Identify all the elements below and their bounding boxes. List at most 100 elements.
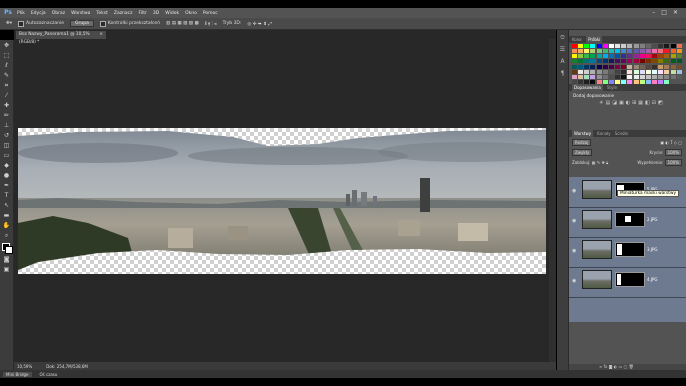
- swatch[interactable]: [615, 74, 621, 79]
- swatch[interactable]: [639, 64, 645, 69]
- pen-tool-icon[interactable]: ✒: [2, 182, 12, 190]
- history-brush-icon[interactable]: ↺: [2, 132, 12, 140]
- swatch[interactable]: [578, 64, 584, 69]
- swatch[interactable]: [602, 64, 608, 69]
- type-tool-icon[interactable]: T: [2, 192, 12, 200]
- swatch[interactable]: [602, 54, 608, 59]
- swatch[interactable]: [645, 59, 651, 64]
- swatch[interactable]: [590, 49, 596, 54]
- swatch[interactable]: [670, 69, 676, 74]
- swatch[interactable]: [572, 64, 577, 69]
- swatch[interactable]: [615, 49, 621, 54]
- layer-thumbnail[interactable]: [582, 210, 612, 229]
- move-tool-icon[interactable]: ✥: [2, 42, 12, 50]
- swatch[interactable]: [590, 59, 596, 64]
- healing-tool-icon[interactable]: ✚: [2, 102, 12, 110]
- menu-plik[interactable]: Plik: [17, 11, 25, 16]
- properties-icon[interactable]: ☰: [559, 46, 567, 54]
- swatch[interactable]: [627, 74, 633, 79]
- swatch[interactable]: [572, 49, 577, 54]
- swatch[interactable]: [639, 59, 645, 64]
- layer-row[interactable]: ◉ 5.JPG Miniaturka maski warstwy: [569, 177, 686, 208]
- layer-row[interactable]: ◉ 4.JPG: [569, 267, 686, 298]
- swatch[interactable]: [664, 69, 670, 74]
- layer-mask-thumbnail[interactable]: [615, 212, 645, 227]
- crop-tool-icon[interactable]: ⌗: [2, 82, 12, 90]
- swatch[interactable]: [621, 69, 627, 74]
- menu-okno[interactable]: Okno: [185, 11, 197, 16]
- tab-adjustments[interactable]: Dopasowania: [572, 84, 603, 91]
- swatch[interactable]: [615, 54, 621, 59]
- adjustment-icon[interactable]: ◧: [645, 100, 650, 106]
- swatch[interactable]: [652, 54, 658, 59]
- swatch[interactable]: [584, 64, 590, 69]
- layer-filter-dropdown[interactable]: Rodzaj: [572, 139, 592, 146]
- doc-size-info[interactable]: Dok: 254,7M/538,6M: [46, 364, 88, 369]
- swatch[interactable]: [670, 49, 676, 54]
- opacity-field[interactable]: 100%: [664, 149, 682, 156]
- layer-footer-icons[interactable]: ∞ fx ◙ ◐ ▭ ▢ 🗑︎: [599, 364, 634, 369]
- eye-icon[interactable]: ◉: [572, 248, 576, 254]
- fill-field[interactable]: 100%: [664, 159, 682, 166]
- layer-thumbnail[interactable]: [582, 240, 612, 259]
- swatch[interactable]: [602, 49, 608, 54]
- lock-icons[interactable]: ▦ ✎ ✥ 🔒︎: [592, 160, 608, 165]
- vertical-scrollbar[interactable]: [549, 39, 556, 362]
- swatch[interactable]: [627, 69, 633, 74]
- tab-mini-bridge[interactable]: Mini Bridge: [3, 371, 32, 377]
- menu-pomoc[interactable]: Pomoc: [203, 11, 218, 16]
- swatch[interactable]: [615, 69, 621, 74]
- tab-swatches[interactable]: Próbki: [586, 36, 603, 43]
- menu-3d[interactable]: 3D: [153, 11, 159, 16]
- gradient-tool-icon[interactable]: ▭: [2, 152, 12, 160]
- swatch[interactable]: [608, 49, 614, 54]
- tab-styles[interactable]: Style: [607, 84, 617, 91]
- swatch[interactable]: [664, 74, 670, 79]
- layer-mask-thumbnail[interactable]: [615, 272, 645, 287]
- blend-mode-dropdown[interactable]: Zwykły: [572, 149, 593, 156]
- color-swatches-icon[interactable]: [1, 242, 13, 254]
- swatch[interactable]: [670, 44, 676, 48]
- layer-mask-thumbnail[interactable]: [615, 242, 645, 257]
- swatch[interactable]: [652, 69, 658, 74]
- swatch[interactable]: [572, 59, 577, 64]
- swatch[interactable]: [676, 59, 682, 64]
- swatch[interactable]: [596, 44, 602, 48]
- swatch[interactable]: [590, 54, 596, 59]
- swatch[interactable]: [572, 69, 577, 74]
- swatch[interactable]: [633, 64, 639, 69]
- swatch[interactable]: [658, 69, 664, 74]
- swatch[interactable]: [652, 49, 658, 54]
- menu-obraz[interactable]: Obraz: [52, 11, 65, 16]
- shape-tool-icon[interactable]: ▬: [2, 212, 12, 220]
- swatch[interactable]: [621, 74, 627, 79]
- swatch[interactable]: [633, 69, 639, 74]
- swatch[interactable]: [664, 44, 670, 48]
- swatch[interactable]: [652, 64, 658, 69]
- panorama-canvas[interactable]: [18, 128, 546, 274]
- swatch[interactable]: [670, 59, 676, 64]
- adjustment-icon[interactable]: ▣: [619, 100, 624, 106]
- menu-tekst[interactable]: Tekst: [96, 11, 107, 16]
- swatch[interactable]: [596, 54, 602, 59]
- swatch[interactable]: [639, 49, 645, 54]
- swatch[interactable]: [652, 59, 658, 64]
- swatch[interactable]: [676, 64, 682, 69]
- quick-mask-icon[interactable]: ◙: [2, 256, 12, 264]
- swatch[interactable]: [658, 74, 664, 79]
- layer-thumbnail[interactable]: [582, 180, 612, 199]
- swatch[interactable]: [658, 49, 664, 54]
- swatch[interactable]: [670, 74, 676, 79]
- blur-tool-icon[interactable]: ◆: [2, 162, 12, 170]
- swatch[interactable]: [590, 69, 596, 74]
- swatch[interactable]: [676, 49, 682, 54]
- swatch[interactable]: [645, 69, 651, 74]
- swatch[interactable]: [621, 49, 627, 54]
- swatch[interactable]: [639, 44, 645, 48]
- swatch[interactable]: [658, 54, 664, 59]
- document-tab[interactable]: Bez Nazwy_Panorama1 @ 10,5% (RGB/8) * ×: [16, 31, 106, 45]
- tab-layers[interactable]: Warstwy: [572, 130, 594, 137]
- swatch[interactable]: [584, 74, 590, 79]
- eye-icon[interactable]: ◉: [572, 188, 576, 194]
- transform-controls-option[interactable]: Kontrolki przekształceń: [99, 20, 160, 27]
